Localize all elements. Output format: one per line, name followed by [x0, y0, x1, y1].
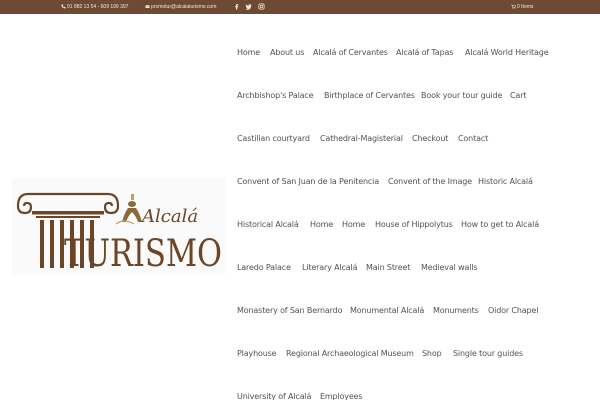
- menu-item-monumental-alcala[interactable]: Monumental Alcalá: [350, 306, 424, 315]
- menu-item-house-of-hippolytus[interactable]: House of Hippolytus: [375, 220, 453, 229]
- menu-item-alcala-of-tapas[interactable]: Alcalá of Tapas: [396, 48, 453, 57]
- menu-item-historic-alcala[interactable]: Historic Alcalá: [478, 177, 533, 186]
- menu-item-monuments[interactable]: Monuments: [433, 306, 479, 315]
- menu-item-home-3[interactable]: Home: [342, 220, 365, 229]
- menu-item-checkout[interactable]: Checkout: [412, 134, 448, 143]
- menu-item-literary-alcala[interactable]: Literary Alcalá: [302, 263, 358, 272]
- menu-item-historical-alcala[interactable]: Historical Alcalá: [237, 220, 299, 229]
- menu-item-contact[interactable]: Contact: [458, 134, 488, 143]
- menu-item-book-your-tour-guide[interactable]: Book your tour guide: [421, 91, 502, 100]
- menu-item-single-tour-guides[interactable]: Single tour guides: [453, 349, 523, 358]
- menu-item-shop[interactable]: Shop: [422, 349, 442, 358]
- menu-item-birthplace-of-cervantes[interactable]: Birthplace of Cervantes: [324, 91, 415, 100]
- menu-item-cart[interactable]: Cart: [510, 91, 526, 100]
- menu-item-oidor-chapel[interactable]: Oidor Chapel: [488, 306, 538, 315]
- menu-item-playhouse[interactable]: Playhouse: [237, 349, 277, 358]
- menu-item-main-street[interactable]: Main Street: [366, 263, 410, 272]
- menu-item-castilian-courtyard[interactable]: Castilian courtyard: [237, 134, 310, 143]
- menu-item-monastery-san-bernardo[interactable]: Monastery of San Bernardo: [237, 306, 342, 315]
- menu-item-regional-archaeological-museum[interactable]: Regional Archaeological Museum: [286, 349, 414, 358]
- menu-item-about-us[interactable]: About us: [270, 48, 304, 57]
- menu-item-convent-san-juan[interactable]: Convent of San Juan de la Penitencia: [237, 177, 379, 186]
- menu-item-laredo-palace[interactable]: Laredo Palace: [237, 263, 291, 272]
- menu-item-medieval-walls[interactable]: Medieval walls: [421, 263, 478, 272]
- menu-item-employees[interactable]: Employees: [320, 392, 363, 400]
- menu-item-archbishops-palace[interactable]: Archbishop's Palace: [237, 91, 314, 100]
- menu-item-alcala-world-heritage[interactable]: Alcalá World Heritage: [465, 48, 549, 57]
- menu-item-home-2[interactable]: Home: [310, 220, 333, 229]
- menu-item-alcala-of-cervantes[interactable]: Alcalá of Cervantes: [313, 48, 388, 57]
- menu-item-convent-of-the-image[interactable]: Convent of the Image: [388, 177, 472, 186]
- menu-item-cathedral-magisterial[interactable]: Cathedral-Magisterial: [320, 134, 403, 143]
- menu-item-university-of-alcala[interactable]: University of Alcalá: [237, 392, 311, 400]
- menu-item-how-to-get-to-alcala[interactable]: How to get to Alcalá: [461, 220, 539, 229]
- menu-item-home[interactable]: Home: [237, 48, 260, 57]
- main-menu: Home About us Alcalá of Cervantes Alcalá…: [0, 0, 600, 400]
